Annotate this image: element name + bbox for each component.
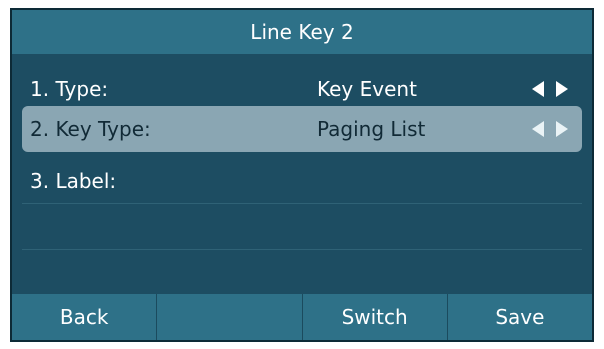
row-label[interactable]: 3. Label: (22, 158, 582, 204)
row-type-arrows[interactable] (532, 81, 568, 97)
row-label-label: 3. Label: (30, 169, 117, 193)
switch-softkey[interactable]: Switch (303, 294, 448, 340)
row-key-type[interactable]: 2. Key Type: Paging List (22, 106, 582, 152)
back-softkey[interactable]: Back (12, 294, 158, 340)
row-key-type-value: Paging List (317, 117, 426, 141)
arrow-left-icon[interactable] (532, 121, 544, 137)
phone-screen: Line Key 2 1. Type: Key Event 2. Key Typ… (10, 8, 594, 342)
empty-softkey[interactable] (157, 294, 303, 340)
arrow-left-icon[interactable] (532, 81, 544, 97)
arrow-right-icon[interactable] (556, 81, 568, 97)
row-key-type-label: 2. Key Type: (30, 117, 151, 141)
row-key-type-arrows[interactable] (532, 121, 568, 137)
save-softkey[interactable]: Save (448, 294, 592, 340)
page-title: Line Key 2 (12, 10, 592, 54)
row-divider (22, 203, 582, 204)
softkey-bar: Back Switch Save (12, 294, 592, 340)
row-divider (22, 249, 582, 250)
arrow-right-icon[interactable] (556, 121, 568, 137)
